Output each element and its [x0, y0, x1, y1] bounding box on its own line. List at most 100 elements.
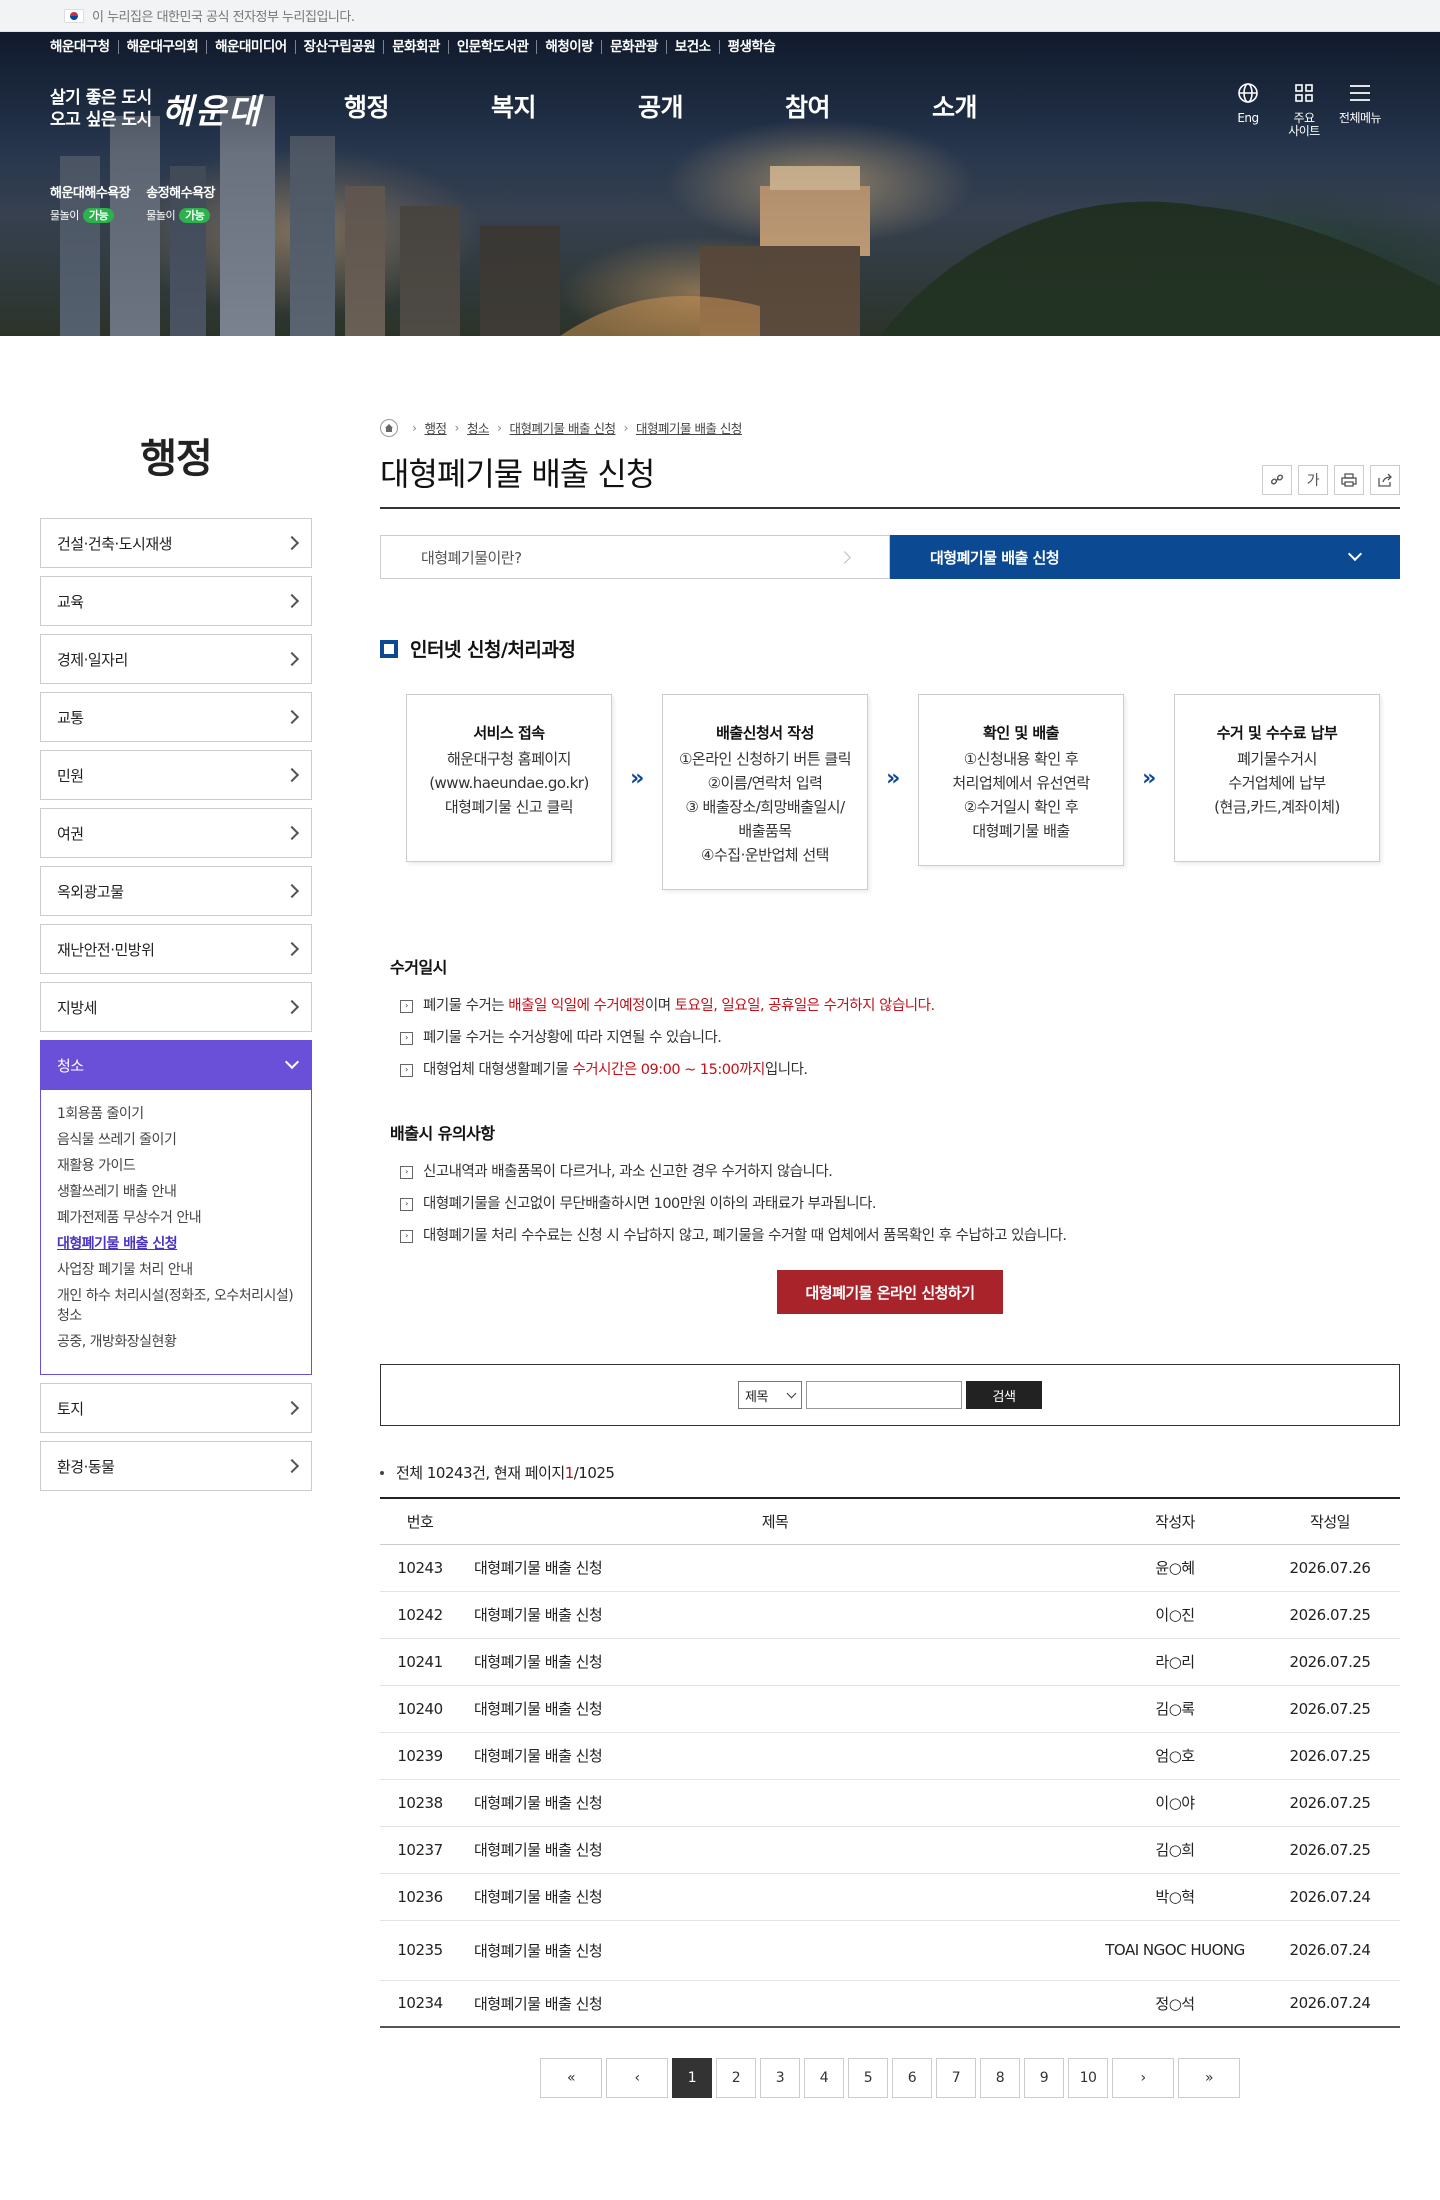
share-icon[interactable] — [1370, 465, 1400, 495]
table-row[interactable]: 10238 대형폐기물 배출 신청 이○야 2026.07.25 — [380, 1779, 1400, 1827]
table-row[interactable]: 10234 대형폐기물 배출 신청 정○석 2026.07.24 — [380, 1980, 1400, 2028]
top-link-haecheongi[interactable]: 해청이랑 — [537, 40, 603, 54]
top-link-haeundae-gu[interactable]: 해운대구청 — [50, 40, 119, 54]
top-link-health-center[interactable]: 보건소 — [667, 40, 720, 54]
print-icon[interactable] — [1334, 465, 1364, 495]
post-title-link[interactable]: 대형폐기물 배출 신청 — [460, 1591, 1090, 1639]
page-button[interactable]: 6 — [892, 2058, 932, 2098]
page-button[interactable]: 5 — [848, 2058, 888, 2098]
post-title-link[interactable]: 대형폐기물 배출 신청 — [460, 1732, 1090, 1780]
last-page-button[interactable]: » — [1178, 2058, 1240, 2098]
table-row[interactable]: 10236 대형폐기물 배출 신청 박○혁 2026.07.24 — [380, 1873, 1400, 1921]
top-link-jangsan-park[interactable]: 장산구립공원 — [296, 40, 385, 54]
sidebar-item-construction[interactable]: 건설·건축·도시재생 — [40, 518, 312, 568]
prev-page-button[interactable]: ‹ — [606, 2058, 668, 2098]
tab-about-bulky-waste[interactable]: 대형폐기물이란? — [380, 535, 890, 579]
home-icon[interactable] — [380, 418, 398, 437]
link-copy-icon[interactable] — [1262, 465, 1292, 495]
gov-banner-text: 이 누리집은 대한민국 공식 전자정부 누리집입니다. — [92, 10, 355, 25]
chevron-right-icon — [284, 767, 300, 783]
post-title-link[interactable]: 대형폐기물 배출 신청 — [460, 1685, 1090, 1733]
tab-bulky-waste-request[interactable]: 대형폐기물 배출 신청 — [890, 535, 1400, 579]
sub-item-septic-cleaning[interactable]: 개인 하수 처리시설(정화조, 오수처리시설) 청소 — [57, 1286, 295, 1326]
nav-disclosure[interactable]: 공개 — [638, 88, 785, 124]
post-title-link[interactable]: 대형폐기물 배출 신청 — [460, 1779, 1090, 1827]
sub-item-appliance-pickup[interactable]: 폐가전제품 무상수거 안내 — [57, 1208, 295, 1228]
page-button[interactable]: 10 — [1068, 2058, 1108, 2098]
post-title-link[interactable]: 대형폐기물 배출 신청 — [460, 1980, 1090, 2028]
sidebar-item-economy[interactable]: 경제·일자리 — [40, 634, 312, 684]
table-row[interactable]: 10239 대형폐기물 배출 신청 엄○호 2026.07.25 — [380, 1732, 1400, 1780]
top-link-media[interactable]: 해운대미디어 — [207, 40, 296, 54]
page-button[interactable]: 8 — [980, 2058, 1020, 2098]
site-logo[interactable]: 살기 좋은 도시 오고 싶은 도시 해운대 — [50, 84, 262, 133]
sub-item-recycling[interactable]: 재활용 가이드 — [57, 1156, 295, 1176]
page-button[interactable]: 4 — [804, 2058, 844, 2098]
nav-administration[interactable]: 행정 — [344, 88, 491, 124]
sidebar-item-traffic[interactable]: 교통 — [40, 692, 312, 742]
sidebar-item-land[interactable]: 토지 — [40, 1383, 312, 1433]
sub-item-public-toilets[interactable]: 공중, 개방화장실현황 — [57, 1332, 295, 1352]
post-title-link[interactable]: 대형폐기물 배출 신청 — [460, 1638, 1090, 1686]
page-button[interactable]: 2 — [716, 2058, 756, 2098]
breadcrumb-item[interactable]: 대형폐기물 배출 신청 — [636, 418, 742, 437]
sidebar-item-local-tax[interactable]: 지방세 — [40, 982, 312, 1032]
breadcrumb-item[interactable]: 청소 — [467, 418, 490, 437]
gov-banner[interactable]: 이 누리집은 대한민국 공식 전자정부 누리집입니다. — [0, 0, 1440, 32]
table-row[interactable]: 10243 대형폐기물 배출 신청 윤○혜 2026.07.26 — [380, 1544, 1400, 1592]
sidebar-item-safety[interactable]: 재난안전·민방위 — [40, 924, 312, 974]
sidebar-item-education[interactable]: 교육 — [40, 576, 312, 626]
sidebar-item-cleaning[interactable]: 청소 — [40, 1040, 312, 1090]
top-link-council[interactable]: 해운대구의회 — [119, 40, 208, 54]
caution-notes: › 신고내역과 배출품목이 다르거나, 과소 신고한 경우 수거하지 않습니다. … — [380, 1162, 1400, 1246]
content-tabs: 대형폐기물이란? 대형폐기물 배출 신청 — [380, 535, 1400, 579]
breadcrumb-item[interactable]: 행정 — [425, 418, 448, 437]
page-button[interactable]: 3 — [760, 2058, 800, 2098]
sidebar-item-outdoor-ads[interactable]: 옥외광고물 — [40, 866, 312, 916]
search-input[interactable] — [806, 1381, 962, 1409]
post-title-link[interactable]: 대형폐기물 배출 신청 — [460, 1873, 1090, 1921]
sidebar-item-environment[interactable]: 환경·동물 — [40, 1441, 312, 1491]
sub-item-bulky-waste[interactable]: 대형폐기물 배출 신청 — [57, 1234, 295, 1254]
post-title-link[interactable]: 대형폐기물 배출 신청 — [460, 1544, 1090, 1592]
post-title-link[interactable]: 대형폐기물 배출 신청 — [460, 1826, 1090, 1874]
main-sites-link[interactable]: 주요 사이트 — [1276, 82, 1332, 138]
board-search: 제목 검색 — [380, 1364, 1400, 1426]
table-row[interactable]: 10242 대형폐기물 배출 신청 이○진 2026.07.25 — [380, 1591, 1400, 1639]
post-title-link[interactable]: 대형폐기물 배출 신청 — [460, 1920, 1090, 1981]
sub-item-business-waste[interactable]: 사업장 폐기물 처리 안내 — [57, 1260, 295, 1280]
table-row[interactable]: 10237 대형폐기물 배출 신청 김○희 2026.07.25 — [380, 1826, 1400, 1874]
sub-item-disposables[interactable]: 1회용품 줄이기 — [57, 1104, 295, 1124]
top-link-lifelong-learning[interactable]: 평생학습 — [720, 40, 784, 54]
table-row[interactable]: 10240 대형폐기물 배출 신청 김○록 2026.07.25 — [380, 1685, 1400, 1733]
header-utilities: Eng 주요 사이트 전체메뉴 — [1220, 82, 1388, 138]
sub-item-food-waste[interactable]: 음식물 쓰레기 줄이기 — [57, 1130, 295, 1150]
beach-songjeong[interactable]: 송정해수욕장 물놀이 가능 — [146, 182, 215, 223]
page-button[interactable]: 9 — [1024, 2058, 1064, 2098]
nav-welfare[interactable]: 복지 — [491, 88, 638, 124]
korea-flag-icon — [64, 8, 84, 23]
online-request-button[interactable]: 대형폐기물 온라인 신청하기 — [777, 1270, 1003, 1314]
chevron-down-icon — [786, 1388, 797, 1398]
first-page-button[interactable]: « — [540, 2058, 602, 2098]
page-button-current[interactable]: 1 — [672, 2058, 712, 2098]
breadcrumb-item[interactable]: 대형폐기물 배출 신청 — [510, 418, 616, 437]
top-link-tourism[interactable]: 문화관광 — [602, 40, 667, 54]
font-size-button[interactable]: 가 — [1298, 465, 1328, 495]
sidebar-item-civil-service[interactable]: 민원 — [40, 750, 312, 800]
table-row[interactable]: 10241 대형폐기물 배출 신청 라○리 2026.07.25 — [380, 1638, 1400, 1686]
next-page-button[interactable]: › — [1112, 2058, 1174, 2098]
all-menu-button[interactable]: 전체메뉴 — [1332, 82, 1388, 138]
nav-introduction[interactable]: 소개 — [932, 88, 1079, 124]
nav-participation[interactable]: 참여 — [785, 88, 932, 124]
search-field-select[interactable]: 제목 — [738, 1381, 802, 1409]
top-link-library[interactable]: 인문학도서관 — [449, 40, 538, 54]
top-link-culture-hall[interactable]: 문화회관 — [384, 40, 449, 54]
page-button[interactable]: 7 — [936, 2058, 976, 2098]
sidebar-item-passport[interactable]: 여권 — [40, 808, 312, 858]
table-row[interactable]: 10235 대형폐기물 배출 신청 TOAI NGOC HUONG 2026.07.2… — [380, 1920, 1400, 1981]
search-button[interactable]: 검색 — [966, 1381, 1042, 1409]
beach-haeundae[interactable]: 해운대해수욕장 물놀이 가능 — [50, 182, 131, 223]
english-link[interactable]: Eng — [1220, 82, 1276, 138]
sub-item-household-waste[interactable]: 생활쓰레기 배출 안내 — [57, 1182, 295, 1202]
